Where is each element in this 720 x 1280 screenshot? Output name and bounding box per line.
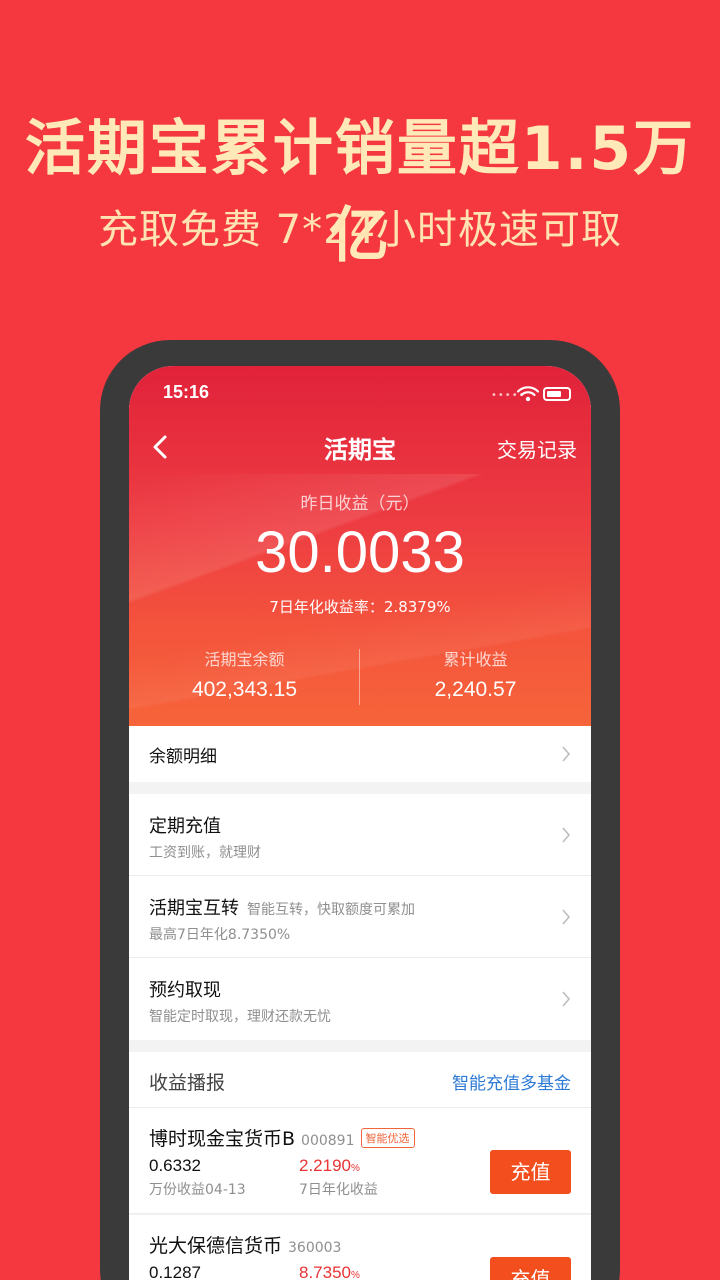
fund-name: 博时现金宝货币B xyxy=(149,1128,296,1150)
balance-detail-label: 余额明细 xyxy=(149,747,217,767)
seven-day-rate: 7日年化收益率：2.8379% xyxy=(269,598,451,616)
wifi-icon xyxy=(517,386,539,402)
charge-button[interactable]: 充值 xyxy=(490,1257,571,1280)
rate-value-line: 8.7350% xyxy=(299,1263,360,1280)
per-10k-label: 万份收益04-13 xyxy=(149,1182,246,1198)
earnings-header: 收益播报 智能充值多基金 xyxy=(129,1052,591,1108)
rate-unit: % xyxy=(351,1163,360,1174)
balance-detail-card: 余额明细 xyxy=(129,726,591,782)
menu-item-scheduled-withdraw[interactable]: 预约取现 智能定时取现，理财还款无忧 xyxy=(129,958,591,1040)
menu-item-scheduled-deposit[interactable]: 定期充值 工资到账，就理财 xyxy=(129,794,591,876)
rate-value-line: 2.2190% xyxy=(299,1156,360,1176)
navbar: 活期宝 交易记录 xyxy=(129,422,591,472)
battery-icon xyxy=(543,387,571,401)
fund-item[interactable]: 光大保德信货币 360003 0.1287 8.7350% 充值 xyxy=(129,1215,591,1280)
total-earnings-stat[interactable]: 累计收益 2,240.57 xyxy=(360,646,591,702)
fund-tag-badge: 智能优选 xyxy=(360,1128,415,1148)
phone-screen: 15:16 ••••• 活期宝 交易记录 昨日收益（元） 30.0033 7日年… xyxy=(129,366,591,1280)
per-10k-value: 0.1287 xyxy=(149,1263,201,1280)
rate-label: 7日年化收益 xyxy=(299,1182,378,1198)
fund-code: 000891 xyxy=(301,1133,355,1149)
balance-stat[interactable]: 活期宝余额 402,343.15 xyxy=(129,646,360,702)
balance-detail-row[interactable]: 余额明细 xyxy=(129,726,591,782)
menu-item-title-text: 活期宝互转 xyxy=(149,898,239,919)
menu-item-transfer[interactable]: 活期宝互转 智能互转，快取额度可累加 最高7日年化8.7350% xyxy=(129,876,591,958)
menu-card: 定期充值 工资到账，就理财 活期宝互转 智能互转，快取额度可累加 最高7日年化8.… xyxy=(129,794,591,1040)
fund-name-line: 博时现金宝货币B 000891 智能优选 xyxy=(149,1124,415,1151)
menu-item-title: 预约取现 xyxy=(149,980,221,1001)
rate-value: 8.7350 xyxy=(299,1263,351,1280)
per-10k-value: 0.6332 xyxy=(149,1156,201,1175)
menu-item-subtitle: 智能定时取现，理财还款无忧 xyxy=(149,1009,331,1025)
transaction-history-link[interactable]: 交易记录 xyxy=(497,434,577,463)
chevron-right-icon xyxy=(562,746,571,762)
status-bar: 15:16 ••••• xyxy=(129,382,591,406)
hero-header: 15:16 ••••• 活期宝 交易记录 昨日收益（元） 30.0033 7日年… xyxy=(129,366,591,726)
rate-unit: % xyxy=(351,1270,360,1280)
menu-item-subtitle: 最高7日年化8.7350% xyxy=(149,927,291,943)
total-earnings-value: 2,240.57 xyxy=(434,678,517,701)
yesterday-earnings-label: 昨日收益（元） xyxy=(300,494,420,514)
fund-name: 光大保德信货币 xyxy=(149,1235,283,1257)
chevron-right-icon xyxy=(562,909,571,925)
menu-item-subtitle: 工资到账，就理财 xyxy=(149,845,261,861)
menu-item-title: 定期充值 xyxy=(149,816,221,837)
total-earnings-label: 累计收益 xyxy=(443,650,508,669)
chevron-right-icon xyxy=(562,827,571,843)
balance-label: 活期宝余额 xyxy=(204,650,285,669)
chevron-right-icon xyxy=(562,991,571,1007)
fund-code: 360003 xyxy=(288,1240,342,1256)
promo-subtitle: 充取免费 7*24小时极速可取 xyxy=(97,207,623,253)
yesterday-earnings-value: 30.0033 xyxy=(255,520,465,585)
status-time: 15:16 xyxy=(163,382,210,402)
fund-name-line: 光大保德信货币 360003 xyxy=(149,1231,341,1258)
earnings-title: 收益播报 xyxy=(149,1072,226,1094)
menu-item-inline-note: 智能互转，快取额度可累加 xyxy=(247,902,415,918)
menu-item-title: 活期宝互转 智能互转，快取额度可累加 xyxy=(149,894,415,920)
rate-value: 2.2190 xyxy=(299,1156,351,1175)
charge-button[interactable]: 充值 xyxy=(490,1150,571,1194)
balance-value: 402,343.15 xyxy=(191,678,298,701)
fund-item[interactable]: 博时现金宝货币B 000891 智能优选 0.6332 万份收益04-13 2.21… xyxy=(129,1108,591,1214)
smart-deposit-link[interactable]: 智能充值多基金 xyxy=(452,1069,571,1094)
